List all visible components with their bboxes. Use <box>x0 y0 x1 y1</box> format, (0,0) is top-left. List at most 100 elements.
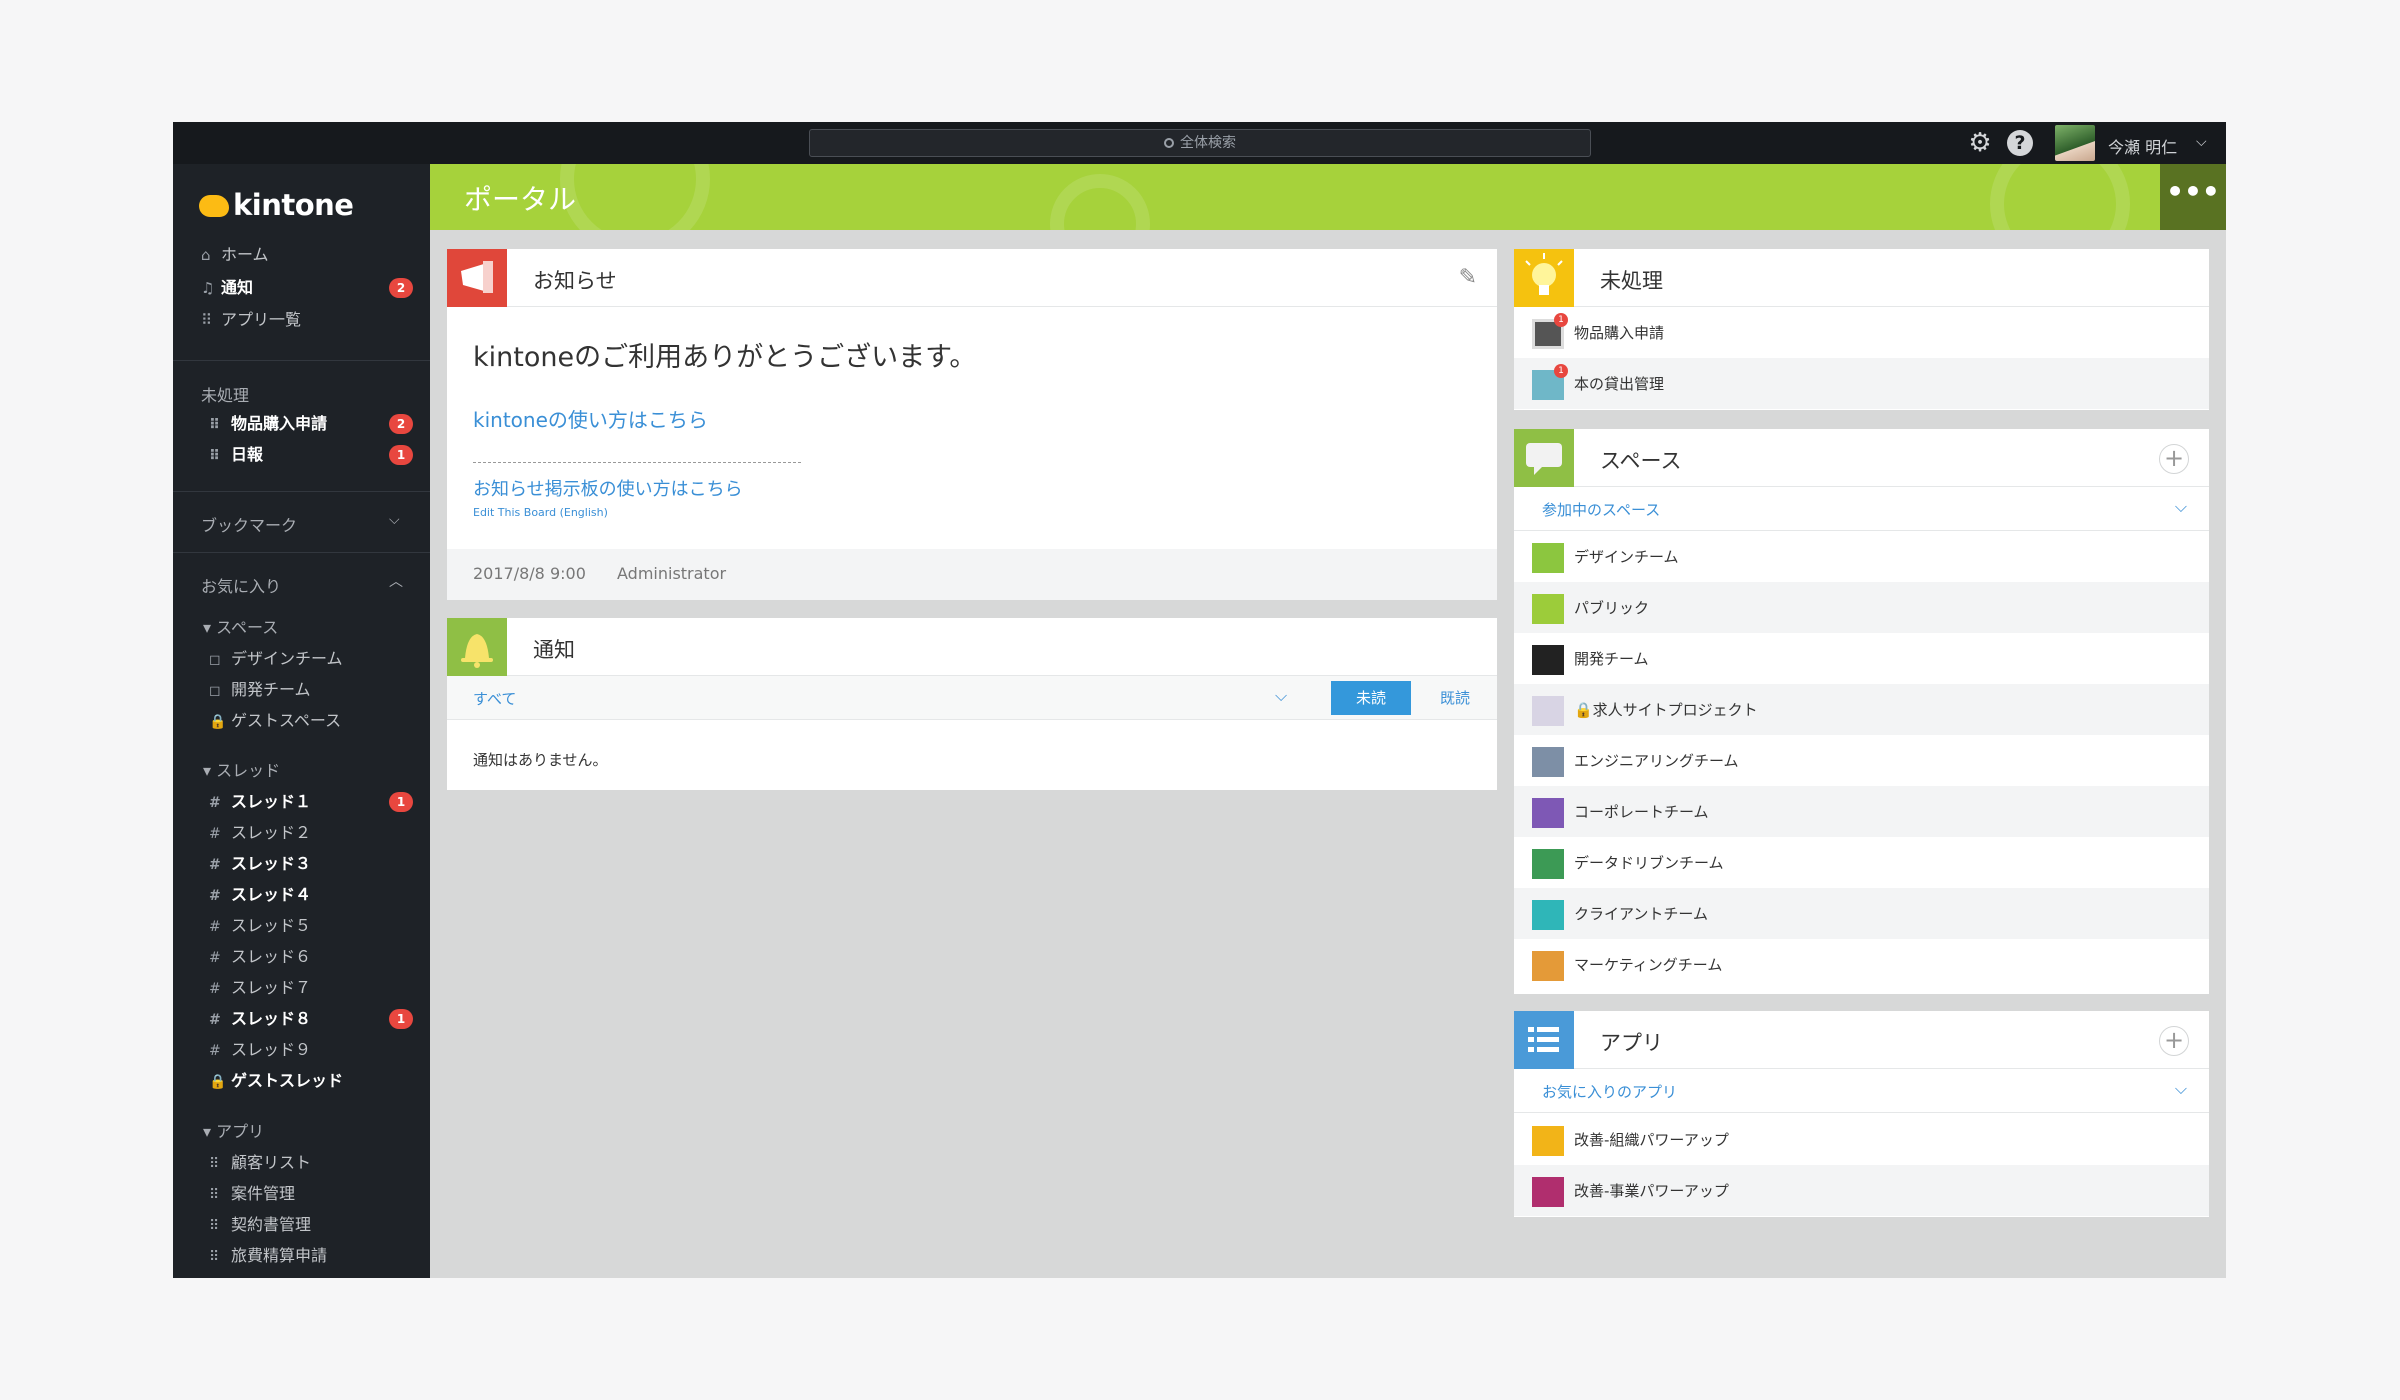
pending-panel: 未処理 1 物品購入申請 1 本の貸出管理 <box>1514 249 2209 410</box>
edit-board-link[interactable]: Edit This Board (English) <box>473 506 608 519</box>
space-thumbnail <box>1532 900 1564 930</box>
sidebar-thread-item[interactable]: # スレッド９ <box>209 1039 311 1061</box>
sidebar-app-item[interactable]: ⠿ 顧客リスト <box>209 1152 311 1174</box>
notification-filter-select[interactable]: すべて <box>473 688 516 709</box>
space-thumbnail <box>1532 951 1564 981</box>
sidebar-thread-item[interactable]: # スレッド３ <box>209 853 311 875</box>
pending-section-title: 未処理 <box>201 386 250 405</box>
chevron-down-icon[interactable]: ⌵ <box>389 512 400 528</box>
space-filter-select[interactable]: 参加中のスペース ⌵ <box>1514 487 2209 531</box>
empty-message: 通知はありません。 <box>473 751 608 769</box>
add-space-button[interactable]: + <box>2159 444 2189 474</box>
divider <box>173 491 430 492</box>
gear-icon[interactable]: ⚙ <box>1967 130 1993 156</box>
sidebar-app-item[interactable]: ⠿ 案件管理 <box>209 1183 295 1205</box>
add-app-button[interactable]: + <box>2159 1026 2189 1056</box>
space-row[interactable]: クライアントチーム <box>1514 888 2209 939</box>
apps-group-toggle[interactable]: ▾ アプリ <box>203 1118 264 1142</box>
sidebar-app-item[interactable]: ⠿ 旅費精算申請 <box>209 1245 327 1267</box>
space-row[interactable]: エンジニアリングチーム <box>1514 735 2209 786</box>
space-name: マーケティングチーム <box>1574 956 1723 974</box>
sidebar-thread-item[interactable]: 🔒 ゲストスレッド <box>209 1070 343 1092</box>
sidebar-thread-item[interactable]: # スレッド１ <box>209 791 311 813</box>
panel-title: スペース <box>1600 449 1682 473</box>
panel-header: アプリ + <box>1514 1011 2209 1069</box>
threads-group-toggle[interactable]: ▾ スレッド <box>203 757 280 781</box>
hash-icon: # <box>209 1043 221 1059</box>
app-icon <box>1532 1126 1564 1156</box>
sidebar-thread-item[interactable]: # スレッド６ <box>209 946 311 968</box>
chevron-up-icon[interactable]: ︿ <box>389 571 403 591</box>
space-row[interactable]: デザインチーム <box>1514 531 2209 582</box>
edit-icon[interactable]: ✎ <box>1459 265 1477 290</box>
pending-row[interactable]: 1 本の貸出管理 <box>1514 358 2209 409</box>
user-name[interactable]: 今瀬 明仁 <box>2108 134 2177 158</box>
sidebar-pending-item[interactable]: ⠿ 日報 <box>209 444 263 466</box>
kintone-window: 全体検索 ⚙ ? 今瀬 明仁 ⌵ kintone ⌂ ホーム ♫ 通知 2 ⠿ アプリ… <box>173 122 2226 1278</box>
unread-tab[interactable]: 未読 <box>1331 681 1411 715</box>
app-name: 改善-組織パワーアップ <box>1574 1131 1729 1149</box>
pending-badge: 2 <box>389 414 413 434</box>
notification-badge: 2 <box>389 278 413 298</box>
panel-header: お知らせ ✎ <box>447 249 1497 307</box>
app-filter-select[interactable]: お気に入りのアプリ ⌵ <box>1514 1069 2209 1113</box>
announcement-link[interactable]: kintoneの使い方はこちら <box>473 404 708 433</box>
sidebar-thread-item[interactable]: # スレッド５ <box>209 915 311 937</box>
post-author[interactable]: Administrator <box>617 564 726 583</box>
sidebar-item-home[interactable]: ⌂ ホーム <box>201 244 269 266</box>
logo[interactable]: kintone <box>199 188 354 222</box>
bookmark-toggle[interactable]: ブックマーク <box>201 512 297 536</box>
space-thumbnail <box>1532 798 1564 828</box>
space-row[interactable]: コーポレートチーム <box>1514 786 2209 837</box>
sidebar-thread-item[interactable]: # スレッド２ <box>209 822 311 844</box>
grid-icon: ⠿ <box>209 1249 220 1265</box>
help-icon[interactable]: ? <box>2007 130 2033 156</box>
sidebar-space-item[interactable]: ◻ 開発チーム <box>209 679 311 701</box>
space-row[interactable]: データドリブンチーム <box>1514 837 2209 888</box>
space-thumbnail <box>1532 645 1564 675</box>
search-placeholder: 全体検索 <box>1180 135 1236 151</box>
pending-row[interactable]: 1 物品購入申請 <box>1514 307 2209 358</box>
space-row[interactable]: 開発チーム <box>1514 633 2209 684</box>
chevron-down-icon[interactable]: ⌵ <box>2196 134 2207 150</box>
sidebar-thread-item[interactable]: # スレッド７ <box>209 977 311 999</box>
global-search-input[interactable]: 全体検索 <box>809 129 1591 157</box>
apps-panel: アプリ + お気に入りのアプリ ⌵ 改善-組織パワーアップ 改善-事業パワーアッ… <box>1514 1011 2209 1217</box>
sidebar-item-notifications[interactable]: ♫ 通知 <box>201 277 253 299</box>
more-options-button[interactable]: ••• <box>2160 164 2226 230</box>
sidebar-item-app-list[interactable]: ⠿ アプリ一覧 <box>201 309 301 331</box>
space-row[interactable]: パブリック <box>1514 582 2209 633</box>
chevron-down-icon: ⌵ <box>2174 497 2187 516</box>
chevron-down-icon[interactable]: ⌵ <box>1275 686 1287 706</box>
app-row[interactable]: 改善-事業パワーアップ <box>1514 1165 2209 1216</box>
pending-app-label: 物品購入申請 <box>1574 324 1665 342</box>
space-name: 🔒求人サイトプロジェクト <box>1574 701 1758 719</box>
space-row[interactable]: 🔒求人サイトプロジェクト <box>1514 684 2209 735</box>
sidebar-space-item[interactable]: 🔒 ゲストスペース <box>209 710 341 732</box>
space-name: パブリック <box>1574 599 1650 617</box>
space-name: 開発チーム <box>1574 650 1649 668</box>
app-row[interactable]: 改善-組織パワーアップ <box>1514 1114 2209 1165</box>
sidebar-thread-item[interactable]: # スレッド４ <box>209 884 311 906</box>
bell-icon: ♫ <box>201 279 215 297</box>
sidebar-app-item[interactable]: ⠿ 契約書管理 <box>209 1214 311 1236</box>
avatar[interactable] <box>2055 125 2095 161</box>
sidebar-thread-item[interactable]: # スレッド８ <box>209 1008 311 1030</box>
spaces-group-toggle[interactable]: ▾ スペース <box>203 614 278 638</box>
board-help-link[interactable]: お知らせ掲示板の使い方はこちら <box>473 475 743 501</box>
chevron-down-icon: ⌵ <box>2174 1079 2187 1098</box>
space-name: デザインチーム <box>1574 548 1679 566</box>
space-thumbnail <box>1532 849 1564 879</box>
sidebar-pending-item[interactable]: ⠿ 物品購入申請 <box>209 413 327 435</box>
read-tab[interactable]: 既読 <box>1415 681 1495 715</box>
panel-header: 未処理 <box>1514 249 2209 307</box>
announcement-footer: 2017/8/8 9:00 Administrator <box>447 549 1497 600</box>
space-row[interactable]: マーケティングチーム <box>1514 939 2209 990</box>
favorites-toggle[interactable]: お気に入り <box>201 573 281 597</box>
page-title: ポータル <box>464 183 577 216</box>
portal-header: ポータル ••• <box>430 164 2226 230</box>
hash-icon: # <box>209 981 221 997</box>
megaphone-icon <box>447 249 507 307</box>
divider <box>473 462 801 463</box>
sidebar-space-item[interactable]: ◻ デザインチーム <box>209 648 343 670</box>
